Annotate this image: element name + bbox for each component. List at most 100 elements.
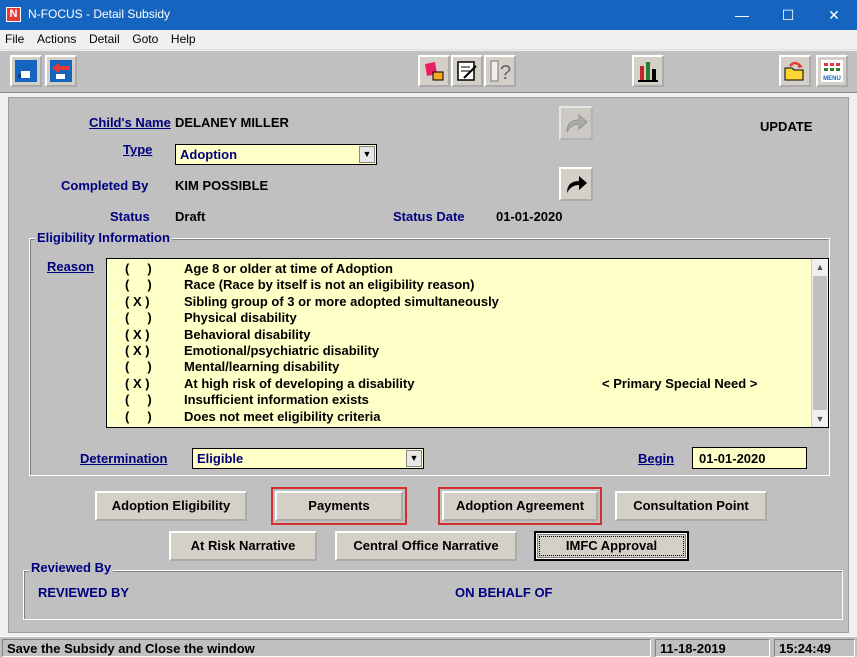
completed-by-goto-button[interactable] (559, 167, 593, 201)
central-office-narrative-button[interactable]: Central Office Narrative (335, 531, 517, 561)
begin-date-field[interactable]: 01-01-2020 (692, 447, 807, 469)
menu-actions[interactable]: Actions (32, 30, 80, 46)
payments-button[interactable]: Payments (271, 487, 407, 525)
type-label[interactable]: Type (123, 142, 152, 157)
reason-item[interactable]: ( X ) Behavioral disability (107, 327, 807, 343)
reason-scrollbar[interactable]: ▲ ▼ (811, 259, 828, 427)
reason-checkbox[interactable]: ( X ) (125, 343, 175, 358)
close-button[interactable]: ✕ (811, 0, 857, 30)
scroll-up-icon[interactable]: ▲ (812, 259, 828, 275)
reviewed-by-group (23, 570, 843, 620)
status-message: Save the Subsidy and Close the window (2, 639, 651, 657)
reason-checkbox[interactable]: ( ) (125, 359, 175, 374)
reason-checkbox[interactable]: ( X ) (125, 327, 175, 342)
reason-item[interactable]: ( ) Does not meet eligibility criteria (107, 409, 807, 425)
reviewed-by-legend: Reviewed By (29, 560, 114, 575)
reason-text: Age 8 or older at time of Adoption (184, 261, 393, 276)
notes-button[interactable] (418, 55, 450, 87)
status-date-value: 01-01-2020 (496, 209, 563, 224)
chevron-down-icon[interactable]: ▼ (359, 146, 375, 163)
child-name-label[interactable]: Child's Name (89, 115, 171, 130)
reason-text: Behavioral disability (184, 326, 311, 342)
menu-file[interactable]: File (0, 30, 28, 46)
completed-by-value: KIM POSSIBLE (175, 178, 269, 193)
reason-item[interactable]: ( X ) At high risk of developing a disabi… (107, 376, 807, 392)
reason-item[interactable]: ( ) Insufficient information exists (107, 392, 807, 408)
reason-checkbox[interactable]: ( ) (125, 261, 175, 276)
edit-icon (457, 61, 477, 81)
edit-button[interactable] (451, 55, 483, 87)
child-name-value: DELANEY MILLER (175, 115, 289, 130)
menu-icon-label: MENU (823, 76, 841, 82)
status-date: 11-18-2019 (655, 639, 770, 657)
forward-arrow-icon (566, 113, 588, 133)
notes-icon (425, 62, 444, 81)
help-icon: ? (490, 60, 511, 82)
bar-chart-icon (638, 62, 658, 82)
open-folder-button[interactable] (779, 55, 811, 87)
reason-text: Race (Race by itself is not an eligibili… (184, 277, 475, 293)
reason-text: Insufficient information exists (184, 392, 369, 408)
determination-label[interactable]: Determination (80, 451, 167, 466)
chevron-down-icon[interactable]: ▼ (406, 450, 422, 467)
reason-item[interactable]: ( X ) Sibling group of 3 or more adopted … (107, 294, 807, 310)
menu-icon: MENU (821, 60, 843, 82)
maximize-button[interactable]: ☐ (765, 0, 811, 30)
adoption-agreement-button[interactable]: Adoption Agreement (438, 487, 602, 525)
menu-help[interactable]: Help (166, 30, 200, 46)
reason-text: Emotional/psychiatric disability (184, 343, 380, 358)
at-risk-narrative-button[interactable]: At Risk Narrative (169, 531, 317, 561)
window-title: N-FOCUS - Detail Subsidy (28, 7, 171, 21)
begin-label[interactable]: Begin (638, 451, 674, 466)
reason-item[interactable]: ( ) Age 8 or older at time of Adoption (107, 261, 807, 277)
child-goto-button[interactable] (559, 106, 593, 140)
reason-item[interactable]: ( X ) Emotional/psychiatric disability (107, 343, 807, 359)
save-exit-icon (15, 60, 37, 82)
title-bar: N N-FOCUS - Detail Subsidy — ☐ ✕ (0, 0, 857, 30)
forward-arrow-icon (567, 176, 587, 193)
status-date-label: Status Date (393, 209, 465, 224)
reason-text: Does not meet eligibility criteria (184, 408, 381, 424)
menu-button[interactable]: MENU (816, 55, 848, 87)
imfc-approval-button[interactable]: IMFC Approval (534, 531, 689, 561)
save-exit-button[interactable] (10, 55, 42, 87)
reason-checkbox[interactable]: ( X ) (125, 376, 175, 391)
status-label: Status (110, 209, 150, 224)
reason-checkbox[interactable]: ( ) (125, 277, 175, 292)
eligibility-legend: Eligibility Information (35, 230, 172, 245)
chart-button[interactable] (632, 55, 664, 87)
reason-text: At high risk of developing a disability (184, 375, 415, 391)
reason-checkbox[interactable]: ( ) (125, 310, 175, 325)
minimize-button[interactable]: — (719, 0, 765, 30)
reason-label[interactable]: Reason (47, 259, 94, 274)
reason-text: Physical disability (184, 310, 297, 326)
reason-checkbox[interactable]: ( X ) (125, 294, 175, 309)
status-time: 15:24:49 (774, 639, 855, 657)
on-behalf-of-label: ON BEHALF OF (455, 585, 553, 600)
reason-text: Sibling group of 3 or more adopted simul… (184, 293, 499, 309)
scroll-down-icon[interactable]: ▼ (812, 411, 828, 427)
scroll-thumb[interactable] (813, 276, 827, 410)
menu-goto[interactable]: Goto (127, 30, 162, 46)
back-button[interactable] (45, 55, 77, 87)
back-icon (50, 60, 72, 82)
toolbar: ? MENU (0, 51, 857, 93)
status-bar: Save the Subsidy and Close the window 11… (0, 636, 857, 657)
reason-item[interactable]: ( ) Physical disability (107, 310, 807, 326)
main-panel: Child's Name DELANEY MILLER UPDATE Type … (8, 97, 849, 633)
reason-item[interactable]: ( ) Race (Race by itself is not an eligib… (107, 277, 807, 293)
reason-checkbox[interactable]: ( ) (125, 392, 175, 407)
determination-select[interactable]: Eligible ▼ (192, 448, 424, 469)
reason-item[interactable]: ( ) Mental/learning disability (107, 359, 807, 375)
adoption-eligibility-button[interactable]: Adoption Eligibility (95, 491, 247, 521)
menu-detail[interactable]: Detail (84, 30, 124, 46)
help-button[interactable]: ? (484, 55, 516, 87)
type-select[interactable]: Adoption ▼ (175, 144, 377, 165)
completed-by-label: Completed By (61, 178, 149, 193)
mode-indicator: UPDATE (760, 119, 813, 134)
folder-open-icon (784, 61, 804, 81)
reason-list[interactable]: ( ) Age 8 or older at time of Adoption( )… (106, 258, 829, 428)
menu-bar: File Actions Detail Goto Help (0, 30, 857, 50)
reason-checkbox[interactable]: ( ) (125, 409, 175, 424)
consultation-point-button[interactable]: Consultation Point (615, 491, 767, 521)
